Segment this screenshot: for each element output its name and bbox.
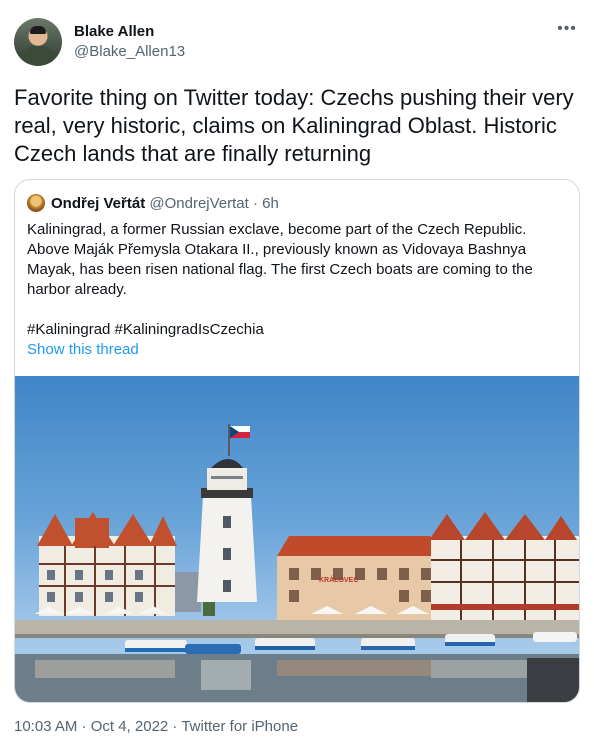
quoted-tweet-paragraph: Kaliningrad, a former Russian exclave, b… (27, 221, 533, 298)
tweet-footer-metadata[interactable]: 10:03 AM · Oct 4, 2022 · Twitter for iPh… (14, 718, 298, 735)
lighthouse-tower (197, 424, 257, 602)
author-display-name[interactable]: Blake Allen (74, 23, 154, 40)
quoted-author-avatar[interactable] (27, 194, 45, 212)
quoted-tweet-hashtags[interactable]: #Kaliningrad #KaliningradIsCzechia (27, 320, 567, 340)
quoted-author-handle[interactable]: @OndrejVertat (149, 195, 248, 212)
tweet-header: Blake Allen @Blake_Allen13 ••• (14, 16, 580, 72)
quoted-author-display-name[interactable]: Ondřej Veřtát (51, 195, 145, 212)
harbor-photo-illustration: KRÁLOVEC (15, 424, 579, 702)
more-horizontal-icon[interactable]: ••• (556, 21, 578, 38)
photo-sign-text: KRÁLOVEC (319, 575, 358, 584)
left-building (37, 512, 177, 616)
quoted-tweet-header: Ondřej Veřtát @OndrejVertat · 6h (27, 192, 567, 212)
show-thread-link[interactable]: Show this thread (27, 341, 139, 358)
quoted-author-line: Ondřej Veřtát @OndrejVertat · 6h (51, 195, 279, 212)
author-avatar[interactable] (14, 18, 62, 66)
avatar-cap (30, 26, 46, 34)
right-building (429, 512, 579, 620)
quoted-tweet-body: Kaliningrad, a former Russian exclave, b… (27, 220, 567, 340)
author-handle[interactable]: @Blake_Allen13 (74, 43, 185, 60)
meta-separator: · (248, 195, 263, 212)
tweet-text: Favorite thing on Twitter today: Czechs … (14, 85, 574, 166)
quoted-tweet-photo[interactable]: KRÁLOVEC (15, 376, 579, 702)
quoted-tweet-time[interactable]: 6h (262, 195, 279, 212)
tweet: Blake Allen @Blake_Allen13 ••• Favorite … (0, 0, 594, 752)
quoted-tweet[interactable]: Ondřej Veřtát @OndrejVertat · 6h Kalinin… (14, 179, 580, 703)
